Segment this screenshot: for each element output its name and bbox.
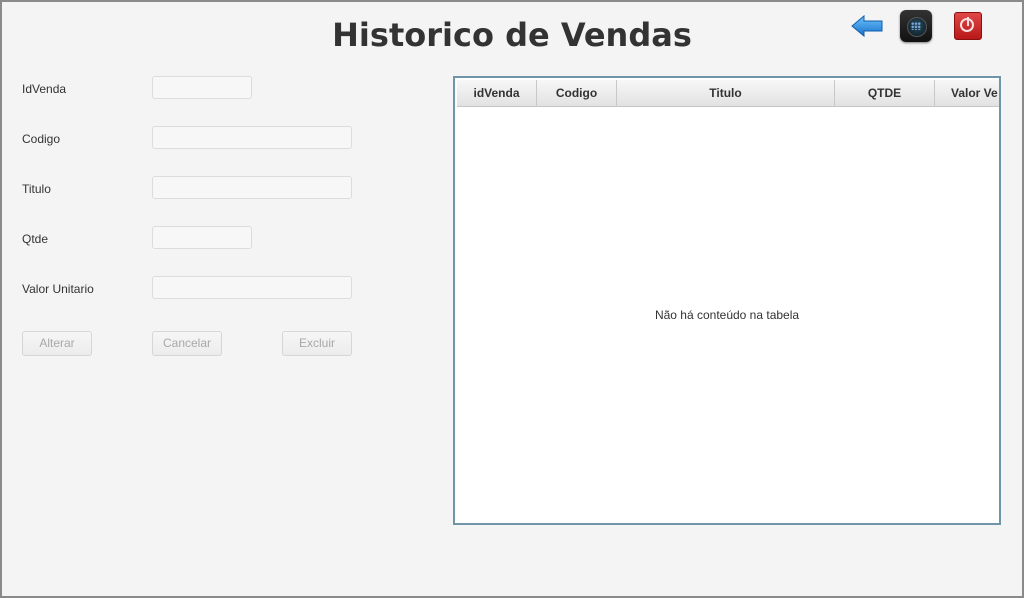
idvenda-label: IdVenda: [22, 82, 67, 96]
cancelar-button[interactable]: Cancelar: [152, 331, 222, 356]
valor-unitario-field[interactable]: [152, 276, 352, 299]
column-header-codigo[interactable]: Codigo: [537, 80, 617, 106]
table-empty-message: Não há conteúdo na tabela: [654, 308, 800, 322]
titulo-label: Titulo: [22, 182, 51, 196]
column-header-idvenda[interactable]: idVenda: [457, 80, 537, 106]
idvenda-field[interactable]: [152, 76, 252, 99]
column-header-qtde[interactable]: QTDE: [835, 80, 935, 106]
codigo-field[interactable]: [152, 126, 352, 149]
vendas-table[interactable]: idVenda Codigo Titulo QTDE Valor Ve Não …: [453, 76, 1001, 525]
table-header: idVenda Codigo Titulo QTDE Valor Ve: [457, 80, 999, 107]
valor-unitario-label: Valor Unitario: [22, 282, 94, 296]
titulo-field[interactable]: [152, 176, 352, 199]
column-header-valor-venda[interactable]: Valor Ve: [935, 80, 999, 106]
main-window: Historico de Vendas IdVenda Codigo Titul…: [0, 0, 1024, 598]
alterar-button[interactable]: Alterar: [22, 331, 92, 356]
qtde-label: Qtde: [22, 232, 49, 246]
menu-grid-icon[interactable]: [900, 10, 932, 42]
column-header-titulo[interactable]: Titulo: [617, 80, 835, 106]
codigo-label: Codigo: [22, 132, 61, 146]
qtde-field[interactable]: [152, 226, 252, 249]
power-icon[interactable]: [954, 12, 982, 40]
back-arrow-icon[interactable]: [850, 10, 883, 42]
excluir-button[interactable]: Excluir: [282, 331, 352, 356]
